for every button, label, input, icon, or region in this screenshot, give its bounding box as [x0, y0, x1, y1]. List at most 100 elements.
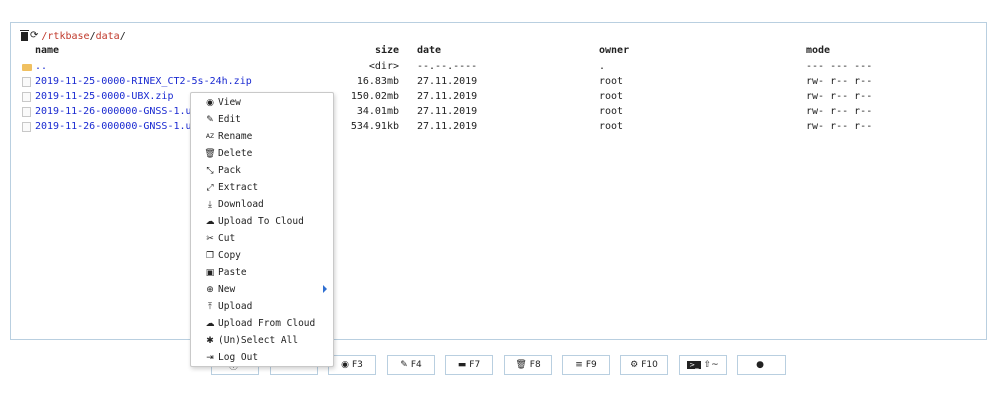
file-mode: rw- r-- r--	[806, 121, 873, 132]
file-name[interactable]: 2019-11-26-000000-GNSS-1.u	[35, 119, 192, 134]
logout-icon: ⇥	[206, 352, 214, 363]
toolbar-button-edit[interactable]: ✎ F4	[387, 355, 435, 375]
menu-item-label: View	[218, 97, 241, 108]
toolbar-button-view[interactable]: ◉ F3	[328, 355, 376, 375]
menu-item-label: Edit	[218, 114, 241, 125]
menu-item-pack[interactable]: ⤡ Pack	[191, 162, 333, 179]
chat-icon: ●	[756, 360, 764, 370]
column-header-owner[interactable]: owner	[599, 45, 629, 57]
file-size: <dir>	[368, 61, 399, 72]
file-size: 150.02mb	[350, 91, 399, 102]
file-date: 27.11.2019	[417, 121, 478, 132]
eye-icon: ◉	[341, 360, 349, 370]
edit-icon: ✎	[400, 360, 408, 370]
menu-item-label: Upload To Cloud	[218, 216, 304, 227]
table-row[interactable]: 2019-11-26-000000-GNSS-1.u 34.01mb 27.11…	[0, 104, 997, 119]
toolbar-button-new-folder[interactable]: ▬ F7	[445, 355, 493, 375]
file-size: 534.91kb	[350, 121, 399, 132]
menu-item-paste[interactable]: ▣ Paste	[191, 264, 333, 281]
file-owner: root	[599, 121, 624, 132]
menu-item-new[interactable]: ⊕ New	[191, 281, 333, 298]
breadcrumb-trailing-separator: /	[119, 30, 126, 42]
menu-item-label: Download	[218, 199, 264, 210]
table-row[interactable]: .. <dir> --.--.---- . --- --- ---	[0, 59, 997, 74]
file-name[interactable]: 2019-11-26-000000-GNSS-1.u	[35, 104, 192, 119]
file-size: 16.83mb	[356, 76, 399, 87]
file-owner: .	[599, 61, 606, 72]
menu-item-label: Pack	[218, 165, 241, 176]
menu-item-rename[interactable]: AZ Rename	[191, 128, 333, 145]
menu-item-upload[interactable]: ⤒ Upload	[191, 298, 333, 315]
expand-icon: ⤢	[206, 182, 214, 193]
file-owner: root	[599, 106, 624, 117]
paste-icon: ▣	[205, 267, 215, 278]
menu-item-label: Upload From Cloud	[218, 318, 316, 329]
toolbar-button-chat[interactable]: ●	[737, 355, 786, 375]
copy-icon: ❐	[205, 250, 215, 261]
column-header-date[interactable]: date	[417, 45, 441, 57]
menu-item-upload-to-cloud[interactable]: ☁ Upload To Cloud	[191, 213, 333, 230]
table-row[interactable]: 2019-11-25-0000-RINEX_CT2-5s-24h.zip 16.…	[0, 74, 997, 89]
menu-item-cut[interactable]: ✂ Cut	[191, 230, 333, 247]
file-icon	[22, 77, 31, 87]
menu-item-label: Paste	[218, 267, 247, 278]
terminal-icon: >_	[687, 361, 701, 369]
breadcrumb-root[interactable]: /rtkbase	[41, 31, 89, 42]
cloud-download-icon: ☁	[205, 318, 215, 329]
toolbar-button-label: F10	[641, 360, 658, 370]
toolbar-button-label: F7	[469, 360, 481, 370]
sort-alpha-icon: AZ	[205, 133, 215, 140]
menu-icon: ≡	[575, 360, 583, 370]
trash-icon[interactable]	[20, 29, 29, 41]
column-header-name[interactable]: name	[35, 45, 59, 57]
file-mode: rw- r-- r--	[806, 106, 873, 117]
menu-item-extract[interactable]: ⤢ Extract	[191, 179, 333, 196]
menu-item-label: Extract	[218, 182, 259, 193]
file-owner: root	[599, 91, 624, 102]
file-date: --.--.----	[417, 61, 478, 72]
column-header-mode[interactable]: mode	[806, 45, 830, 57]
toolbar-button-label: F4	[410, 360, 422, 370]
submenu-arrow-icon	[323, 285, 327, 293]
menu-item-label: Delete	[218, 148, 253, 159]
file-owner: root	[599, 76, 624, 87]
menu-item-label: Copy	[218, 250, 241, 261]
column-header-size[interactable]: size	[375, 45, 399, 57]
trash-icon: 🗑	[204, 148, 216, 159]
bottom-toolbar: ⓘ ☰ ◉F3 ✎F4 ▬F7 🗑F8 ≡F9 ⚙F10 >_⇧~ ●	[0, 355, 997, 377]
file-date: 27.11.2019	[417, 76, 478, 87]
menu-item-delete[interactable]: 🗑 Delete	[191, 145, 333, 162]
menu-item-upload-from-cloud[interactable]: ☁ Upload From Cloud	[191, 315, 333, 332]
menu-item-download[interactable]: ⤓ Download	[191, 196, 333, 213]
cloud-upload-icon: ☁	[205, 216, 215, 227]
menu-item-label: Log Out	[218, 352, 259, 363]
file-name[interactable]: 2019-11-25-0000-UBX.zip	[35, 89, 173, 104]
menu-item-log-out[interactable]: ⇥ Log Out	[191, 349, 333, 366]
refresh-icon[interactable]: ⟳	[30, 31, 38, 41]
table-row[interactable]: 2019-11-25-0000-UBX.zip 150.02mb 27.11.2…	[0, 89, 997, 104]
folder-icon: ▬	[457, 360, 467, 370]
table-row[interactable]: 2019-11-26-000000-GNSS-1.u 534.91kb 27.1…	[0, 119, 997, 134]
menu-item-label: New	[218, 284, 236, 295]
menu-item-edit[interactable]: ✎ Edit	[191, 111, 333, 128]
menu-item-select-all[interactable]: ✱ (Un)Select All	[191, 332, 333, 349]
toolbar-button-settings[interactable]: ⚙ F10	[620, 355, 668, 375]
download-icon: ⤓	[208, 199, 212, 210]
file-mode: --- --- ---	[806, 61, 873, 72]
file-date: 27.11.2019	[417, 106, 478, 117]
file-name[interactable]: 2019-11-25-0000-RINEX_CT2-5s-24h.zip	[35, 74, 252, 89]
trash-icon: 🗑	[515, 360, 527, 370]
toolbar-button-delete[interactable]: 🗑 F8	[504, 355, 552, 375]
context-menu: ◉ View ✎ Edit AZ Rename 🗑 Delete ⤡ Pack ⤢ Extr…	[190, 92, 334, 367]
breadcrumb-current[interactable]: data	[96, 31, 120, 42]
file-name[interactable]: ..	[35, 59, 47, 74]
toolbar-button-label: ⇧~	[703, 360, 719, 370]
toolbar-button-menu[interactable]: ≡ F9	[562, 355, 610, 375]
eye-icon: ◉	[206, 97, 214, 108]
menu-item-copy[interactable]: ❐ Copy	[191, 247, 333, 264]
menu-item-view[interactable]: ◉ View	[191, 94, 333, 111]
menu-item-label: Upload	[218, 301, 253, 312]
toolbar-button-terminal[interactable]: >_ ⇧~	[679, 355, 727, 375]
file-icon	[22, 92, 31, 102]
file-date: 27.11.2019	[417, 91, 478, 102]
